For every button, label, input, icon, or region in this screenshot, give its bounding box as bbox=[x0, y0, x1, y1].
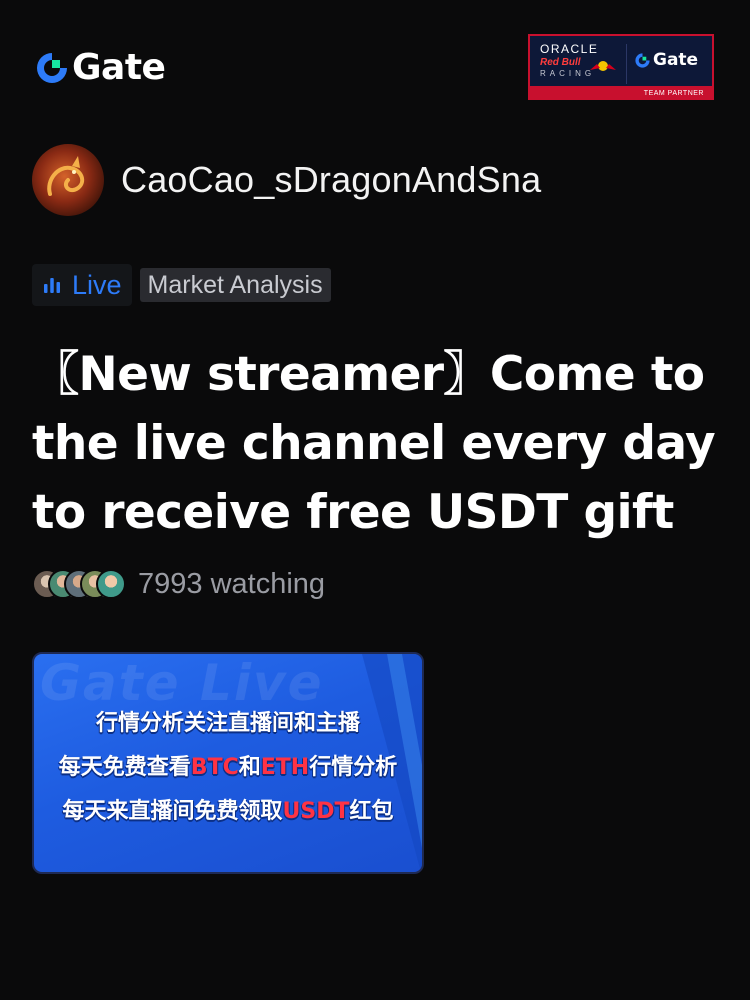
partner-divider bbox=[626, 44, 627, 84]
watching-count: 7993 watching bbox=[138, 567, 326, 600]
viewer-avatar bbox=[96, 569, 126, 599]
category-label: Market Analysis bbox=[147, 270, 323, 299]
banner-line-2: 每天免费查看BTC和ETH行情分析 bbox=[58, 755, 398, 780]
gate-logo-small-icon bbox=[635, 52, 650, 68]
red-bull-icon bbox=[590, 61, 616, 71]
viewer-avatars bbox=[32, 567, 130, 601]
gate-logo[interactable]: Gate bbox=[34, 47, 166, 88]
live-label: Live bbox=[72, 269, 122, 300]
category-tag[interactable]: Market Analysis bbox=[139, 268, 331, 302]
author-row[interactable]: CaoCao_sDragonAndSna bbox=[32, 144, 541, 216]
logo-text: Gate bbox=[72, 47, 166, 88]
dragon-avatar-icon bbox=[47, 156, 85, 196]
banner-line-3: 每天来直播间免费领取USDT红包 bbox=[62, 799, 394, 824]
partner-gate-text: Gate bbox=[653, 50, 699, 70]
gate-logo-icon bbox=[37, 53, 67, 83]
avatar[interactable] bbox=[32, 144, 104, 216]
watching-row: 7993 watching bbox=[32, 564, 325, 604]
partner-gate-logo: Gate bbox=[634, 50, 698, 70]
banner-line-1: 行情分析关注直播间和主播 bbox=[95, 711, 360, 736]
header: Gate ORACLE Red Bull RACING Gate TEAM PA… bbox=[0, 0, 750, 120]
bar-chart-icon bbox=[44, 278, 60, 293]
partner-band-text: TEAM PARTNER bbox=[643, 90, 704, 97]
banner-text: 行情分析关注直播间和主播 每天免费查看BTC和ETH行情分析 每天来直播间免费领… bbox=[34, 702, 422, 834]
tag-row: Live Market Analysis bbox=[32, 264, 331, 306]
partner-band: TEAM PARTNER bbox=[530, 86, 712, 98]
author-name[interactable]: CaoCao_sDragonAndSna bbox=[121, 159, 541, 201]
partner-badge: ORACLE Red Bull RACING Gate TEAM PARTNER bbox=[528, 34, 714, 100]
partner-oracle-text: ORACLE bbox=[540, 42, 599, 56]
stream-thumbnail[interactable]: Gate Live 行情分析关注直播间和主播 每天免费查看BTC和ETH行情分析… bbox=[32, 652, 424, 874]
live-badge: Live bbox=[32, 264, 132, 306]
